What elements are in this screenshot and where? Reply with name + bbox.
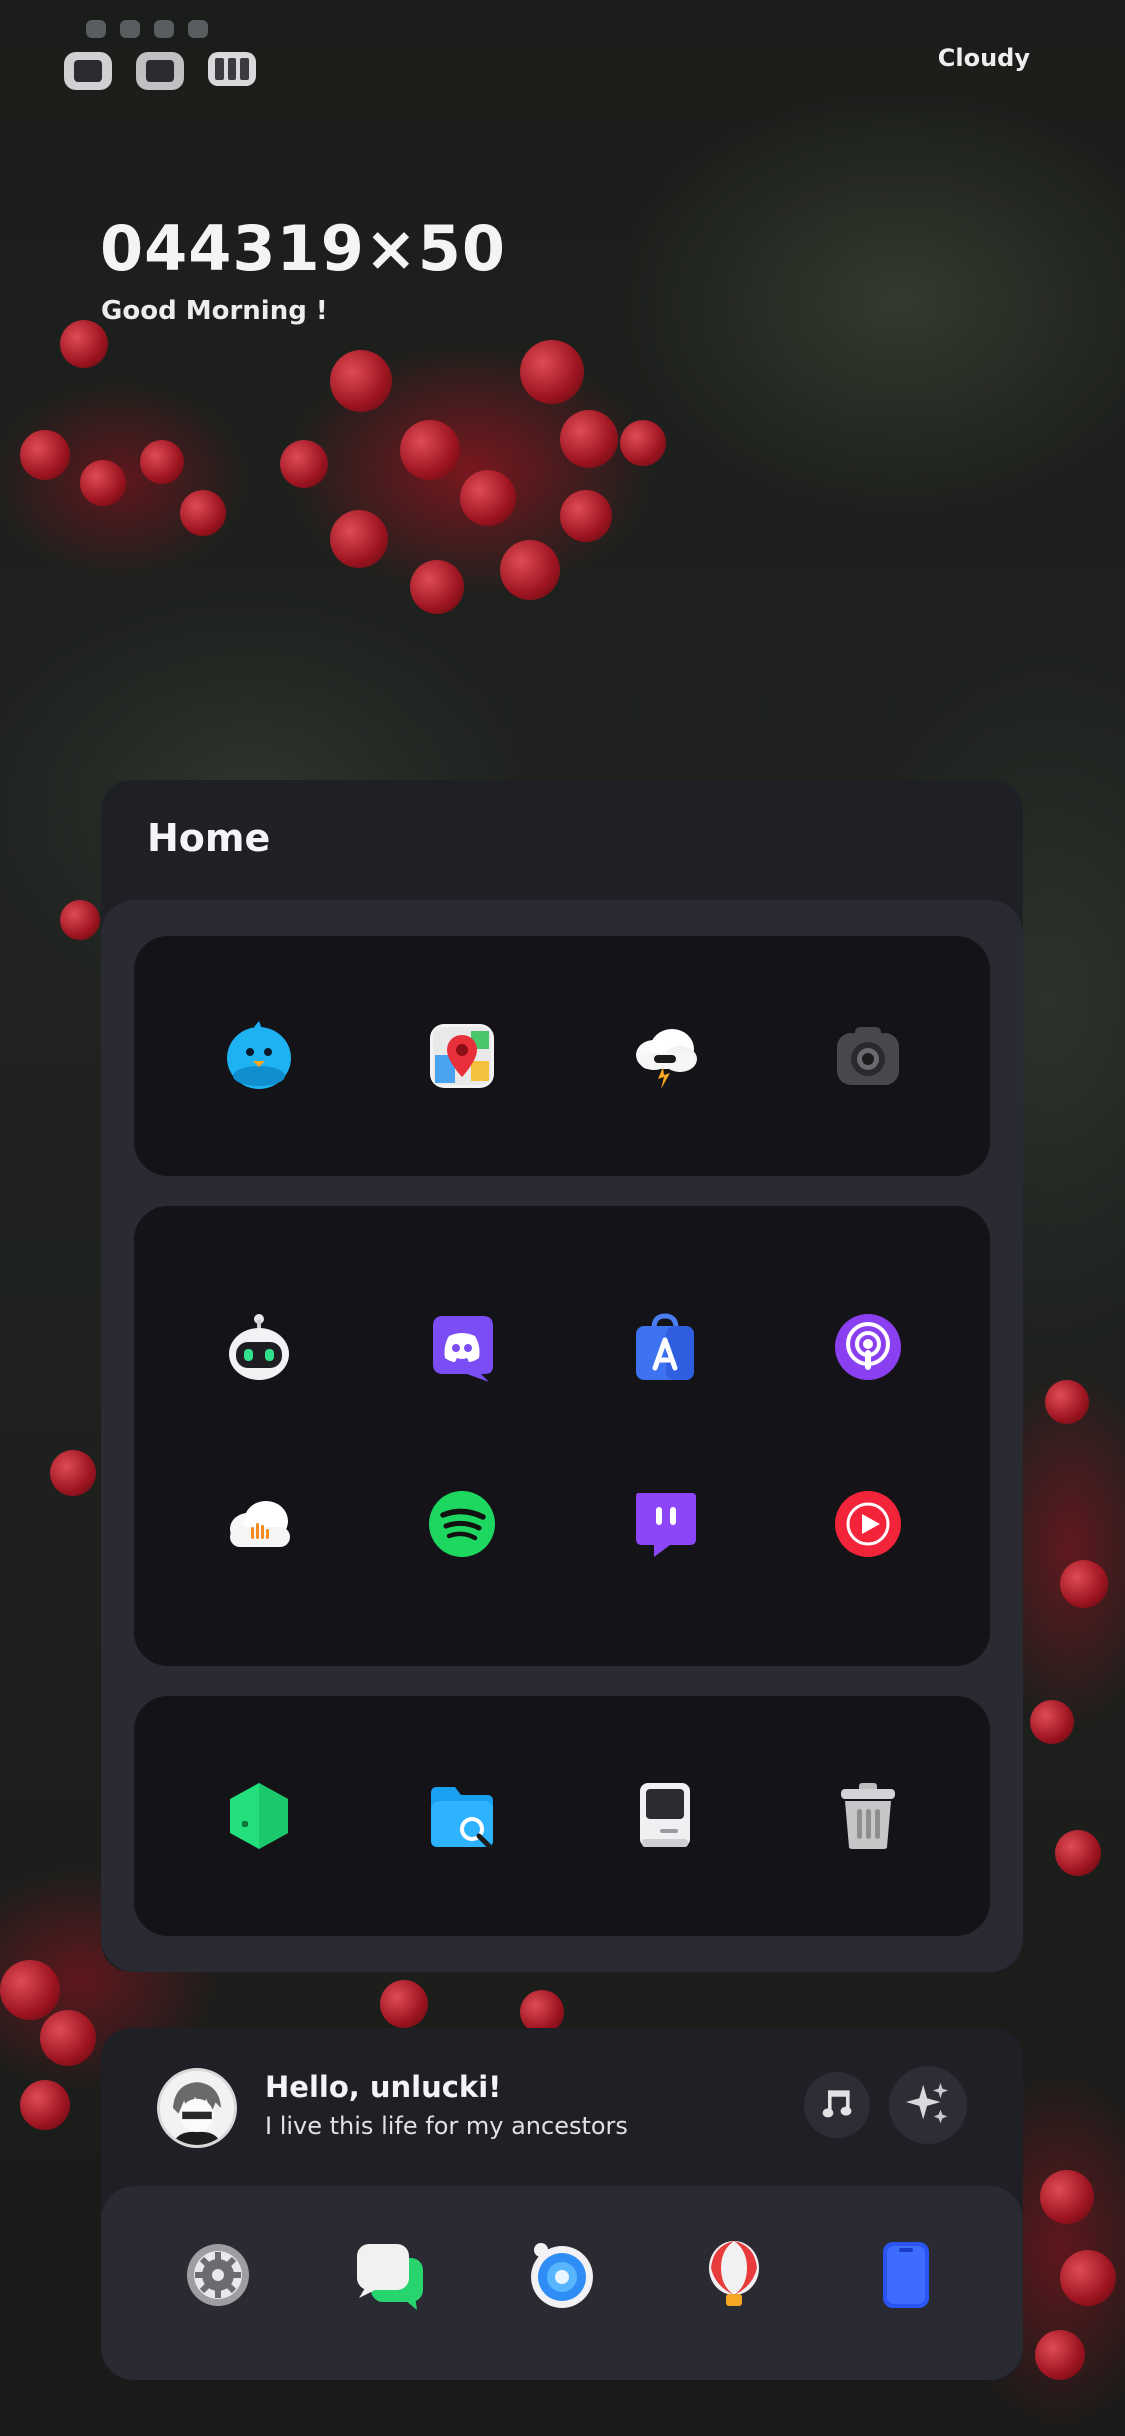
clock-time: 044319×50: [100, 212, 507, 285]
podcasts-app-icon[interactable]: [833, 1312, 903, 1382]
dock: [101, 2186, 1023, 2380]
home-widget: Home: [101, 780, 1023, 1972]
sparkles-icon: [904, 2079, 952, 2131]
robot-app-icon[interactable]: [224, 1312, 294, 1382]
notification-icons: [86, 20, 208, 38]
status-bar: [64, 14, 256, 94]
youtube-music-app-icon[interactable]: [833, 1489, 903, 1559]
app-group-1: [134, 936, 990, 1176]
camera-app-icon[interactable]: [833, 1021, 903, 1091]
weather-status: Cloudy: [937, 44, 1030, 72]
phone-device-icon[interactable]: [871, 2240, 941, 2310]
settings-icon[interactable]: [183, 2240, 253, 2310]
bird-app-icon[interactable]: [224, 1021, 294, 1091]
cellular-signal-icon: [64, 52, 112, 90]
spotify-app-icon[interactable]: [427, 1489, 497, 1559]
music-button[interactable]: [804, 2072, 870, 2138]
messages-icon[interactable]: [355, 2240, 425, 2310]
twitch-app-icon[interactable]: [630, 1489, 700, 1559]
browser-icon[interactable]: [527, 2240, 597, 2310]
battery-icon: [208, 52, 256, 86]
app-group-2: [134, 1206, 990, 1666]
notification-icon: [86, 20, 106, 38]
discord-app-icon[interactable]: [427, 1312, 497, 1382]
notification-icon: [120, 20, 140, 38]
profile-widget: Hello, unlucki! I live this life for my …: [101, 2028, 1023, 2380]
music-note-icon: [819, 2085, 855, 2125]
profile-bio: I live this life for my ancestors: [265, 2112, 628, 2140]
home-title: Home: [147, 816, 271, 860]
greeting-text: Good Morning !: [101, 296, 328, 326]
trash-app-icon[interactable]: [833, 1781, 903, 1851]
wifi-icon: [136, 52, 184, 90]
app-group-3: [134, 1696, 990, 1936]
sparkles-button[interactable]: [889, 2066, 967, 2144]
balloon-icon[interactable]: [699, 2240, 769, 2310]
retro-computer-app-icon[interactable]: [630, 1781, 700, 1851]
profile-greeting: Hello, unlucki!: [265, 2070, 502, 2104]
home-app-grid: [101, 900, 1023, 1972]
app-store-app-icon[interactable]: [630, 1312, 700, 1382]
weather-storm-app-icon[interactable]: [630, 1021, 700, 1091]
soundcloud-app-icon[interactable]: [224, 1489, 294, 1559]
green-hexagon-app-icon[interactable]: [224, 1781, 294, 1851]
maps-app-icon[interactable]: [427, 1021, 497, 1091]
files-app-icon[interactable]: [427, 1781, 497, 1851]
notification-icon: [154, 20, 174, 38]
avatar[interactable]: [157, 2068, 237, 2148]
notification-icon: [188, 20, 208, 38]
